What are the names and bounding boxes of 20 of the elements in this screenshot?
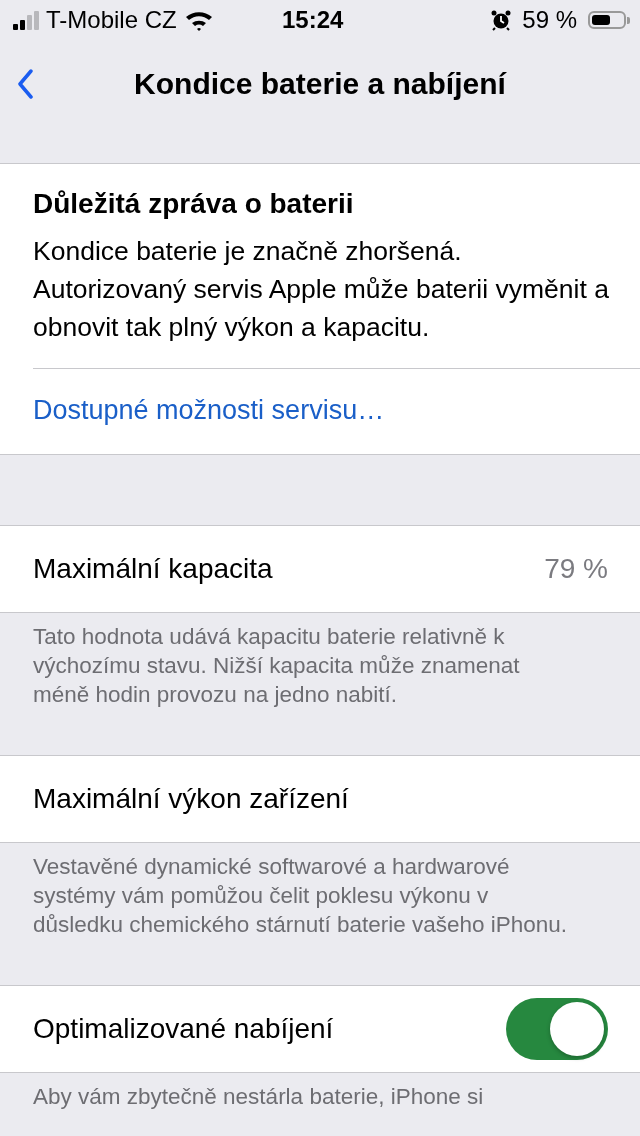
message-text: Kondice baterie je značně zhoršená. Autorizovaný servis Apple může baterii vyměnit a obnovit tak plný výkon a kapacitu. <box>33 235 610 344</box>
section-footer: Vestavěné dynamické softwarové a hardwarové systémy vám pomůžou čelit poklesu výkonu v důsledku chemického stárnutí baterie vašeho iPhonu. <box>0 843 640 985</box>
row-label: Optimalizované nabíjení <box>33 1013 334 1045</box>
back-chevron-icon <box>17 69 35 99</box>
page-title: Kondice baterie a nabíjení <box>133 67 508 101</box>
row-label: Maximální kapacita <box>33 553 273 585</box>
row-label: Maximální výkon zařízení <box>33 783 349 815</box>
battery-icon <box>588 11 626 29</box>
section-footer: Aby vám zbytečně nestárla baterie, iPhone si <box>0 1073 640 1136</box>
carrier-name: T-Mobile CZ <box>46 6 177 34</box>
service-options-link[interactable]: Dostupné možnosti servisu… <box>33 369 385 454</box>
row-value: 79 % <box>544 553 608 585</box>
alarm-icon <box>491 9 512 31</box>
battery-percentage: 59 % <box>522 6 577 34</box>
status-time: 15:24 <box>282 6 344 34</box>
signal-icon <box>13 10 39 30</box>
settings-row[interactable]: Maximální výkon zařízení <box>0 755 640 843</box>
message-title: Důležitá zpráva o baterii <box>33 188 355 220</box>
section-footer: Tato hodnota udává kapacitu baterie relativně k výchozímu stavu. Nižší kapacita může znamenat méně hodin provozu na jedno nabití. <box>0 613 640 755</box>
back-button[interactable] <box>17 69 35 99</box>
